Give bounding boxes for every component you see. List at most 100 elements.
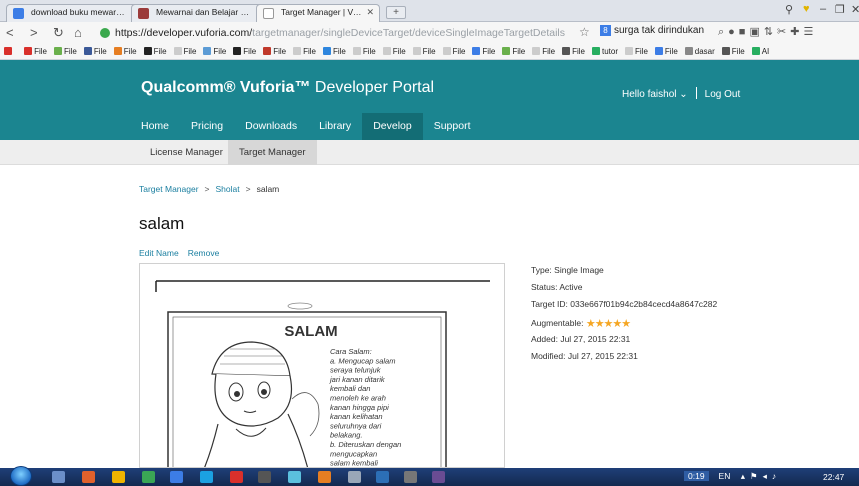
instruction-line: salam kembali	[330, 459, 378, 468]
bookmark-label: AI	[761, 47, 770, 56]
search-extension[interactable]: 8 surga tak dirindukan	[600, 25, 704, 36]
start-button[interactable]	[10, 466, 32, 486]
extension-toolbar-icons[interactable]: ⌕●■▣⇅✂✚☰	[718, 25, 817, 39]
bookmark-icon	[442, 47, 451, 55]
nav-develop[interactable]: Develop	[362, 113, 423, 140]
nav-library[interactable]: Library	[308, 113, 362, 140]
bookmark-item[interactable]: tutor	[591, 44, 618, 59]
bookmark-item[interactable]: dasar	[684, 44, 715, 59]
bookmark-item[interactable]: File	[322, 44, 346, 59]
bookmark-item[interactable]: File	[412, 44, 436, 59]
app-icon[interactable]	[288, 471, 301, 483]
home-icon[interactable]: ⌂	[74, 25, 82, 40]
bookmark-item[interactable]: File	[472, 44, 495, 59]
detail-label: Added:	[531, 333, 558, 344]
nav-home[interactable]: Home	[130, 113, 180, 140]
browser-tab-0[interactable]: download buku mewarnai ✕	[6, 4, 144, 22]
instruction-line: b. Diteruskan dengan	[330, 440, 401, 449]
app-icon[interactable]	[376, 471, 389, 483]
detail-augmentable: Augmentable: ★★★★★	[531, 317, 717, 334]
bookmark-item[interactable]: File	[233, 44, 256, 59]
close-icon[interactable]: ✕	[366, 7, 374, 18]
app-icon[interactable]	[432, 471, 445, 483]
app-icon[interactable]	[404, 471, 417, 483]
bookmark-item[interactable]: File	[442, 44, 465, 59]
app-icon[interactable]	[142, 471, 155, 483]
chrome-icon[interactable]	[112, 471, 125, 483]
bookmark-item[interactable]: File	[24, 44, 47, 59]
minimize-icon[interactable]: –	[820, 3, 826, 15]
bookmark-item[interactable]: File	[721, 44, 745, 59]
bookmark-icon	[625, 47, 633, 55]
bookmark-item[interactable]: File	[532, 44, 555, 59]
bookmark-item[interactable]: File	[502, 44, 525, 59]
app-icon[interactable]	[318, 471, 331, 483]
new-tab-button[interactable]: +	[386, 6, 406, 19]
bookmark-item[interactable]: File	[53, 44, 77, 59]
bookmarks-bar: File File File File File File File File File File…	[0, 44, 859, 60]
bookmark-item[interactable]: File	[654, 44, 678, 59]
extension-icon[interactable]: ♥	[803, 3, 810, 15]
back-icon[interactable]: <	[6, 25, 14, 40]
page-title: salam	[139, 214, 185, 233]
bookmark-item[interactable]: File	[293, 44, 316, 59]
bookmark-item[interactable]: File	[83, 44, 107, 59]
remove-link[interactable]: Remove	[188, 248, 220, 258]
bookmark-item[interactable]: File	[263, 44, 287, 59]
taskbar-clock[interactable]: 22:47	[823, 472, 844, 482]
system-tray: 0:19 EN ▴⚑◂♪	[684, 471, 781, 482]
language-indicator[interactable]: EN	[719, 471, 731, 481]
app-icon[interactable]	[230, 471, 243, 483]
bookmark-label: File	[273, 47, 287, 56]
bookmark-item[interactable]: AI	[751, 44, 770, 59]
bookmark-star-icon[interactable]: ☆	[579, 25, 590, 39]
logout-link[interactable]: Log Out	[705, 89, 741, 100]
app-icon[interactable]	[348, 471, 361, 483]
tray-icons[interactable]: ▴⚑◂♪	[741, 471, 781, 481]
brand-suffix: Developer Portal	[310, 79, 435, 96]
bookmark-item[interactable]: File	[113, 44, 137, 59]
bookmark-item[interactable]: File	[203, 44, 226, 59]
url-path: targetmanager/singleDeviceTarget/deviceS…	[252, 27, 565, 39]
profile-icon[interactable]: ⚲	[785, 3, 793, 16]
subnav-license-manager[interactable]: License Manager	[139, 140, 234, 165]
coloring-page-heading: SALAM	[284, 323, 337, 340]
apps-icon[interactable]	[4, 44, 14, 59]
media-player-icon[interactable]	[82, 471, 95, 483]
reload-icon[interactable]: ↻	[53, 25, 64, 41]
app-icon[interactable]	[258, 471, 271, 483]
app-icon[interactable]	[200, 471, 213, 483]
breadcrumb-current: salam	[256, 184, 280, 194]
bookmark-label: File	[183, 47, 197, 56]
address-bar[interactable]: https://developer.vuforia.com/targetmana…	[97, 24, 597, 42]
breadcrumb-target-manager[interactable]: Target Manager	[139, 184, 199, 194]
instruction-line: kanan kelihatan	[330, 412, 383, 421]
tray-timer[interactable]: 0:19	[684, 471, 709, 481]
breadcrumb-database[interactable]: Sholat	[216, 184, 240, 194]
explorer-icon[interactable]	[52, 471, 65, 483]
edit-name-link[interactable]: Edit Name	[139, 248, 179, 258]
app-icon[interactable]	[170, 471, 183, 483]
restore-icon[interactable]: ❐	[835, 3, 845, 16]
bookmark-item[interactable]: File	[173, 44, 197, 59]
bookmark-label: File	[34, 47, 47, 56]
bookmark-item[interactable]: File	[143, 44, 167, 59]
forward-icon[interactable]: >	[30, 25, 38, 40]
nav-downloads[interactable]: Downloads	[234, 113, 308, 140]
browser-tab-strip: download buku mewarnai ✕ Mewarnai dan Be…	[0, 0, 859, 22]
browser-tab-1[interactable]: Mewarnai dan Belajar Gera ✕	[131, 4, 269, 22]
subnav-target-manager[interactable]: Target Manager	[228, 140, 317, 165]
close-window-icon[interactable]: ✕	[851, 3, 859, 16]
user-menu[interactable]: Hello faishol ⌄	[622, 89, 688, 100]
browser-tab-2[interactable]: Target Manager | Vuforia D ✕	[256, 4, 380, 22]
vuforia-logo[interactable]: Qualcomm® Vuforia™ Developer Portal	[141, 79, 434, 97]
bookmark-icon	[293, 47, 302, 55]
bookmark-item[interactable]: File	[382, 44, 406, 59]
instruction-line: belakang.	[330, 431, 363, 440]
nav-support[interactable]: Support	[423, 113, 482, 140]
detail-value: Active	[559, 282, 583, 293]
bookmark-item[interactable]: File	[352, 44, 376, 59]
nav-pricing[interactable]: Pricing	[180, 113, 234, 140]
bookmark-item[interactable]: File	[562, 44, 585, 59]
bookmark-item[interactable]: File	[625, 44, 648, 59]
